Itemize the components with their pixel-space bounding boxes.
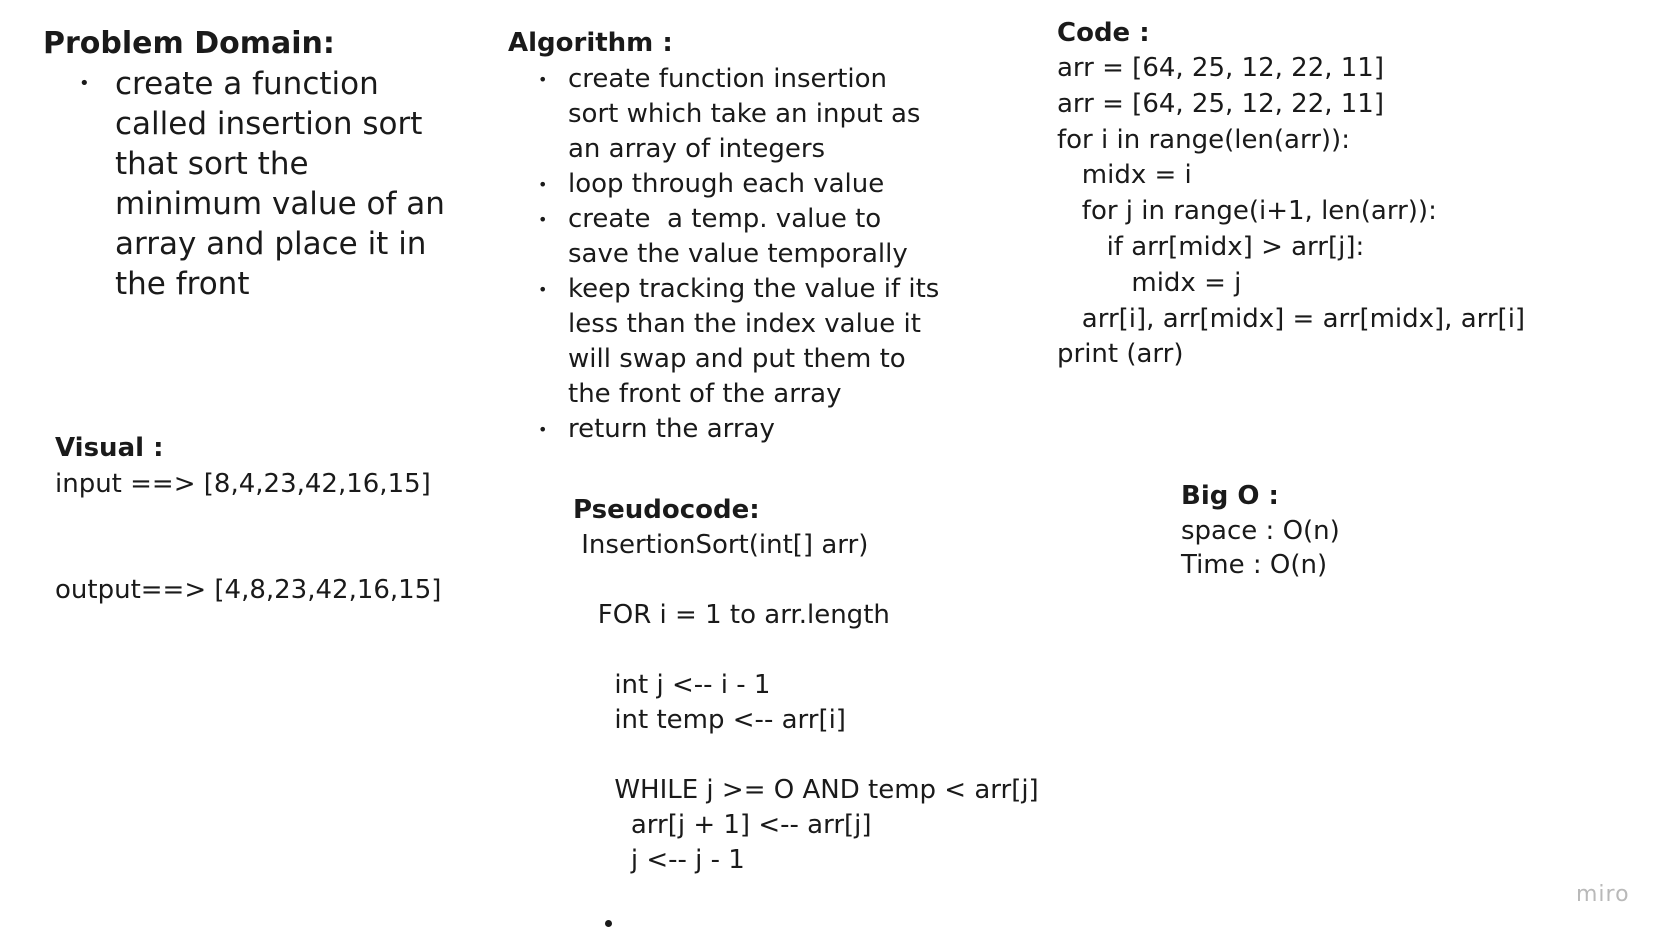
code-line: arr = [64, 25, 12, 22, 11]: [1057, 53, 1384, 83]
code-heading: Code :: [1057, 18, 1150, 48]
pseudocode-line: InsertionSort(int[] arr): [573, 530, 869, 560]
pseudocode-line: int temp <-- arr[i]: [573, 705, 846, 735]
algorithm-item: create function insertion sort which tak…: [538, 62, 978, 167]
visual-section: Visual : input ==> [8,4,23,42,16,15]: [55, 430, 475, 502]
pseudocode-line: [573, 633, 1093, 668]
miro-watermark: miro: [1576, 882, 1630, 907]
code-line: print (arr): [1057, 339, 1184, 370]
pseudocode-line: int j <-- i - 1: [573, 670, 771, 700]
algorithm-heading: Algorithm :: [508, 28, 673, 58]
big-o-heading: Big O :: [1181, 481, 1279, 511]
pseudocode-line: WHILE j >= O AND temp < arr[j]: [573, 775, 1039, 805]
visual-input-text: input ==> [8,4,23,42,16,15]: [55, 469, 431, 499]
code-line: for i in range(len(arr)):: [1057, 124, 1350, 155]
algorithm-item-text: loop through each value: [568, 169, 885, 199]
big-o-section: Big O : space : O(n) Time : O(n): [1181, 478, 1481, 582]
code-line: arr[i], arr[midx] = arr[midx], arr[i]: [1057, 303, 1526, 334]
bullet-dot: [605, 920, 612, 927]
pseudocode-section: Pseudocode: InsertionSort(int[] arr) FOR…: [573, 492, 1093, 878]
pseudocode-heading: Pseudocode:: [573, 495, 760, 525]
big-o-time-text: Time : O(n): [1181, 550, 1328, 580]
problem-domain-heading: Problem Domain:: [43, 26, 335, 61]
pseudocode-line: [573, 738, 1093, 773]
algorithm-item-text: return the array: [568, 414, 775, 444]
algorithm-item: keep tracking the value if its less than…: [538, 272, 978, 412]
visual-output-block: output==> [4,8,23,42,16,15]: [55, 572, 441, 608]
problem-domain-item-text: create a function called insertion sort …: [115, 66, 445, 302]
algorithm-list: create function insertion sort which tak…: [538, 62, 978, 447]
visual-heading: Visual :: [55, 433, 164, 463]
code-section: Code : arr = [64, 25, 12, 22, 11] arr = …: [1057, 15, 1647, 373]
code-line: for j in range(i+1, len(arr)):: [1057, 196, 1437, 227]
algorithm-item: loop through each value: [538, 167, 978, 202]
big-o-space-text: space : O(n): [1181, 516, 1340, 546]
problem-domain-list: create a function called insertion sort …: [79, 64, 463, 304]
code-line: arr = [64, 25, 12, 22, 11]: [1057, 88, 1384, 119]
algorithm-item: create a temp. value to save the value t…: [538, 202, 978, 272]
pseudocode-line: j <-- j - 1: [573, 845, 745, 875]
algorithm-item-text: create function insertion sort which tak…: [568, 64, 921, 164]
algorithm-item: return the array: [538, 412, 978, 447]
problem-domain-item: create a function called insertion sort …: [79, 64, 463, 304]
algorithm-item-text: create a temp. value to save the value t…: [568, 204, 908, 269]
pseudocode-line: FOR i = 1 to arr.length: [573, 600, 890, 630]
algorithm-section: Algorithm : create function insertion so…: [508, 24, 978, 447]
visual-output-text: output==> [4,8,23,42,16,15]: [55, 575, 442, 605]
pseudocode-line: [573, 563, 1093, 598]
code-line: midx = j: [1057, 267, 1242, 298]
code-line: if arr[midx] > arr[j]:: [1057, 231, 1365, 262]
problem-domain-section: Problem Domain: create a function called…: [43, 24, 463, 304]
code-line: midx = i: [1057, 160, 1192, 191]
pseudocode-line: arr[j + 1] <-- arr[j]: [573, 810, 872, 840]
algorithm-item-text: keep tracking the value if its less than…: [568, 274, 940, 409]
